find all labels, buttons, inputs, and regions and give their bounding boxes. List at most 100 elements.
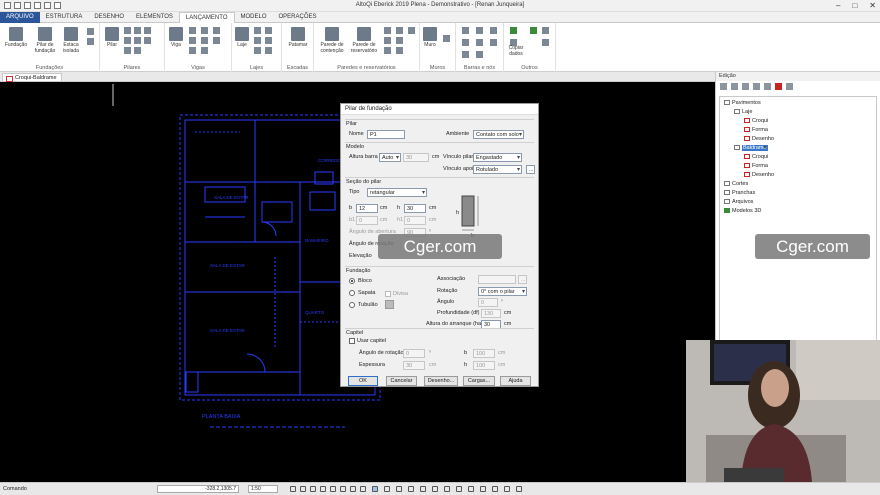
tree-node-modelos-3d[interactable]: Modelos 3D [724,207,761,215]
beam-tool-icon[interactable] [189,47,196,54]
divisa-checkbox[interactable] [385,291,391,297]
tree-node-desenho[interactable]: Desenho [744,135,774,143]
parede-reservatorio-button[interactable]: Parede de reservatório [348,27,380,54]
laje-button[interactable]: Laje [234,27,250,48]
slab-tool-icon[interactable] [254,47,261,54]
column-tool-icon[interactable] [144,27,151,34]
bloco-radio[interactable] [349,278,355,284]
panel-tool-icon[interactable] [764,83,771,90]
zoom-icon[interactable] [340,486,346,492]
document-tab[interactable]: Croqui-Baldrame [2,73,62,82]
associacao-input[interactable] [478,275,516,284]
bar-tool-icon[interactable] [490,39,497,46]
vinculo-pilar-select[interactable]: Engastado [473,153,522,162]
column-tool-icon[interactable] [124,27,131,34]
wall-tool-icon[interactable] [396,27,403,34]
panel-tool-icon[interactable] [742,83,749,90]
copiar-dados-button[interactable]: Copiar dados [506,45,526,57]
b-input[interactable]: 12 [356,204,378,213]
bar-tool-icon[interactable] [462,27,469,34]
tool-icon[interactable] [542,27,549,34]
espessura-input[interactable]: 30 [403,361,425,370]
beam-tool-icon[interactable] [213,27,220,34]
column-tool-icon[interactable] [124,47,131,54]
ambiente-select[interactable]: Contato com solo [473,130,524,139]
tree-node-cortes[interactable]: Cortes [724,180,748,188]
zoom-icon[interactable] [330,486,336,492]
tree-node-laje[interactable]: Laje [734,108,752,116]
cancel-button[interactable]: Cancelar [386,376,417,386]
minimize-icon[interactable]: – [836,1,840,10]
column-tool-icon[interactable] [134,27,141,34]
osnap-icon[interactable] [396,486,402,492]
tree-node-pranchas[interactable]: Pranchas [724,189,755,197]
zoom-icon[interactable] [320,486,326,492]
maximize-icon[interactable]: □ [852,1,857,10]
zoom-icon[interactable] [310,486,316,492]
scale-select[interactable]: 1:50 [248,485,278,493]
tab-elementos[interactable]: ELEMENTOS [130,12,179,23]
bar-tool-icon[interactable] [476,39,483,46]
sapata-radio[interactable] [349,290,355,296]
panel-tool-icon[interactable] [753,83,760,90]
b1-input[interactable]: 0 [356,216,378,225]
panel-tool-icon[interactable] [786,83,793,90]
rotacao-select[interactable]: 0° com o pilar [478,287,527,296]
vinculo-apoio-more-button[interactable]: ... [526,165,535,174]
measure-icon[interactable] [456,486,462,492]
wall-tool-icon[interactable] [396,47,403,54]
tree-node-pavimentos[interactable]: Pavimentos [724,99,761,107]
delete-icon[interactable] [775,83,782,90]
capitel-b-input[interactable]: 100 [473,349,495,358]
measure-icon[interactable] [516,486,522,492]
altura-input[interactable]: 30 [403,153,429,162]
nome-input[interactable]: P1 [367,130,405,139]
beam-tool-icon[interactable] [189,27,196,34]
measure-icon[interactable] [444,486,450,492]
tab-desenho[interactable]: DESENHO [88,12,130,23]
ajuda-button[interactable]: Ajuda [500,376,531,386]
bar-tool-icon[interactable] [476,51,483,58]
column-tool-icon[interactable] [134,47,141,54]
vinculo-apoio-select[interactable]: Rotulado [473,165,522,174]
altura-mode-select[interactable]: Auto [379,153,401,162]
wall-tool-icon[interactable] [384,27,391,34]
tree-node-croqui[interactable]: Croqui [744,153,768,161]
tree-node-desenho[interactable]: Desenho [744,171,774,179]
capitel-h-input[interactable]: 100 [473,361,495,370]
beam-tool-icon[interactable] [201,37,208,44]
bar-tool-icon[interactable] [462,51,469,58]
check-icon[interactable] [530,27,537,34]
associacao-more-button[interactable]: ... [518,275,527,284]
pan-icon[interactable] [350,486,356,492]
beam-tool-icon[interactable] [201,27,208,34]
measure-icon[interactable] [480,486,486,492]
foundation-tool-icon[interactable] [87,38,94,45]
tab-operacoes[interactable]: OPERAÇÕES [273,12,323,23]
zoom-icon[interactable] [300,486,306,492]
wall-tool-icon[interactable] [408,27,415,34]
wall-tool-icon[interactable] [443,35,450,42]
capitel-rotacao-input[interactable]: 0 [403,349,425,358]
slab-tool-icon[interactable] [265,47,272,54]
wall-tool-icon[interactable] [396,37,403,44]
cargas-button[interactable]: Cargas... [463,376,495,386]
measure-icon[interactable] [492,486,498,492]
tab-modelo[interactable]: MODELO [235,12,273,23]
usar-capitel-checkbox[interactable] [349,338,355,344]
foundation-tool-icon[interactable] [87,28,94,35]
tab-estrutura[interactable]: ESTRUTURA [40,12,89,23]
beam-tool-icon[interactable] [189,37,196,44]
grid-icon[interactable] [360,486,366,492]
ortho-icon[interactable] [384,486,390,492]
bar-tool-icon[interactable] [462,39,469,46]
tree-node-arquivos[interactable]: Arquivos [724,198,753,206]
angulo-input[interactable]: 0 [478,298,498,307]
viga-button[interactable]: Viga [168,27,184,48]
tab-lancamento[interactable]: LANÇAMENTO [178,12,235,23]
pilar-fundacao-button[interactable]: Pilar de fundação [32,27,58,54]
column-tool-icon[interactable] [134,37,141,44]
column-tool-icon[interactable] [144,37,151,44]
tubulao-radio[interactable] [349,302,355,308]
tree-node-baldrame[interactable]: Baldrame [734,144,768,152]
